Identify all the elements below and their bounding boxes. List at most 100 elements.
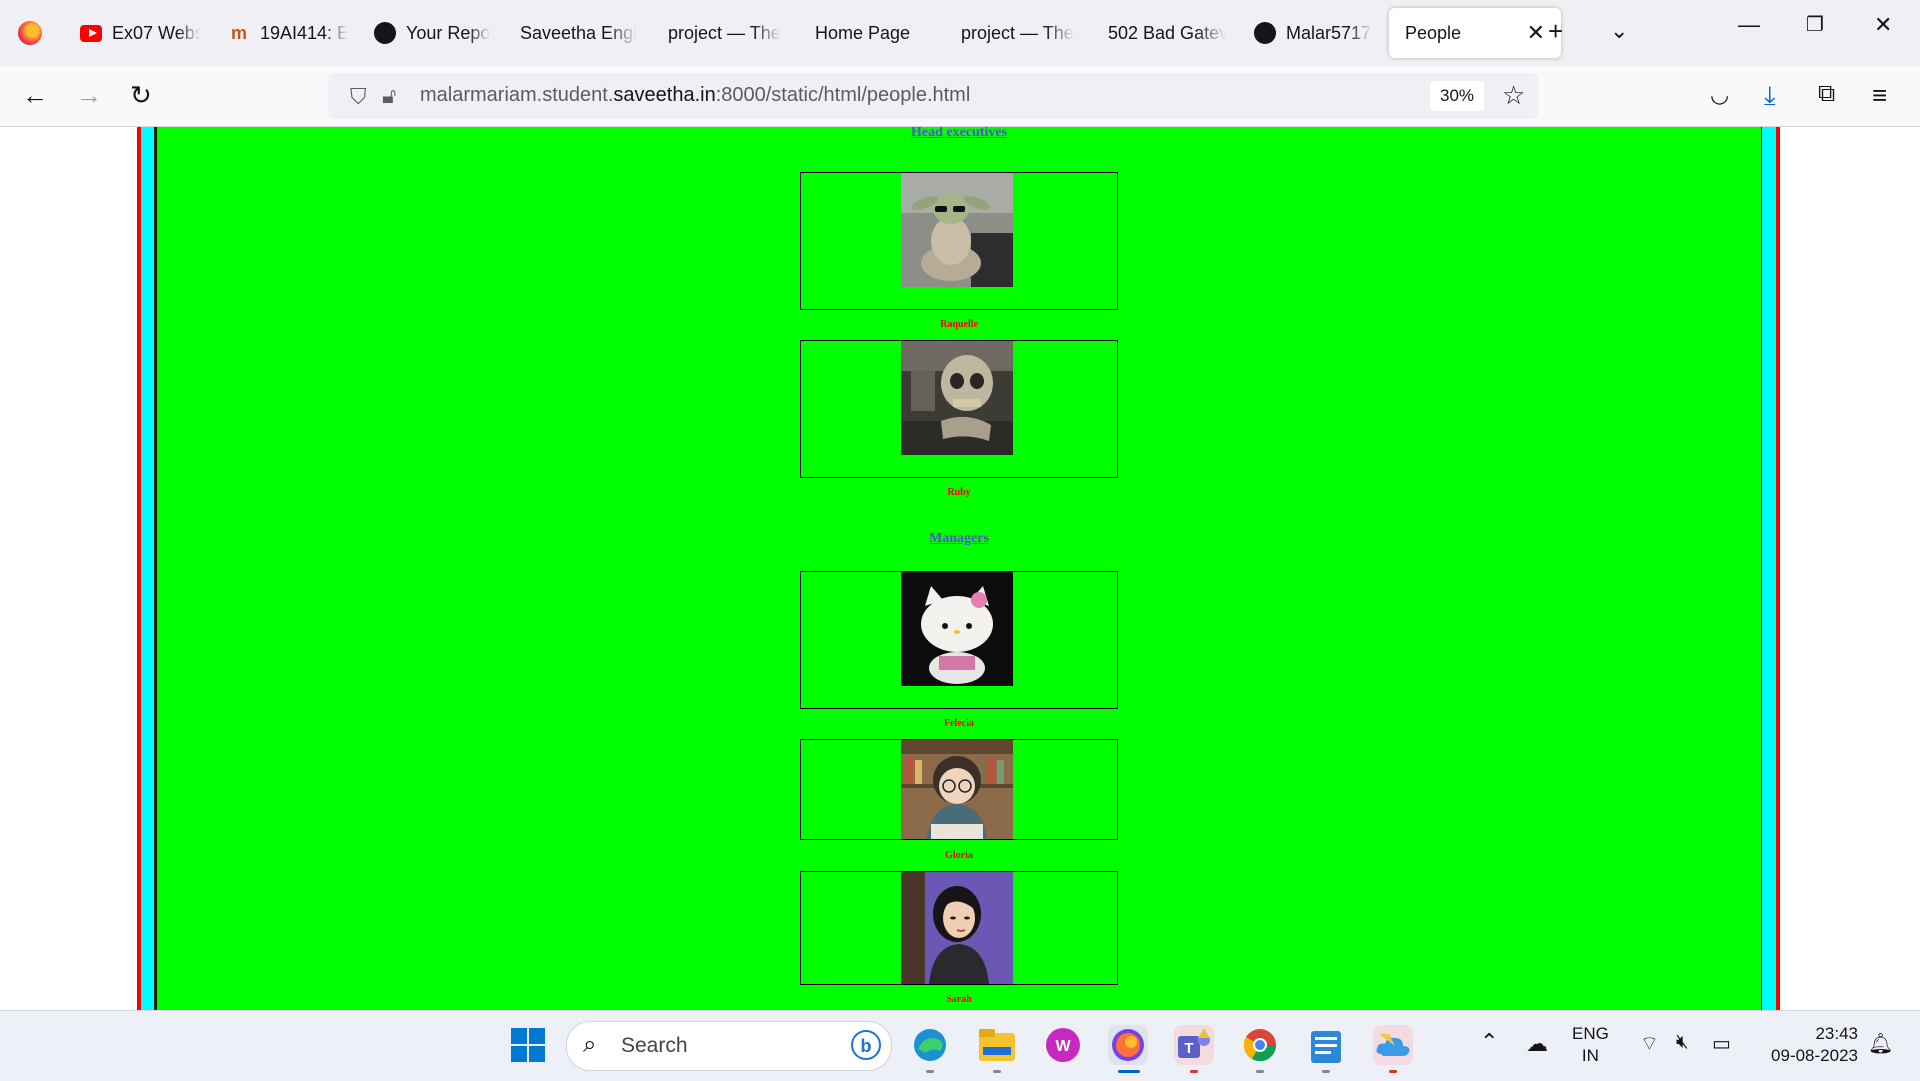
forward-icon[interactable]: → xyxy=(76,80,102,111)
taskbar-search[interactable]: ⌕ Search b xyxy=(566,1021,892,1071)
navigation-toolbar: ← → ↻ ⛉ 🔓︎ malarmariam.student.saveetha.… xyxy=(0,66,1920,127)
tab-malar[interactable]: Malar5717 xyxy=(1254,8,1374,58)
tracking-protection-icon[interactable]: ⛉ xyxy=(350,84,367,110)
app-menu-icon[interactable]: ≡ xyxy=(1872,80,1887,111)
github-icon xyxy=(374,22,396,44)
running-indicator xyxy=(926,1070,934,1073)
start-icon[interactable] xyxy=(508,1025,548,1065)
page-border-cyan xyxy=(1762,127,1776,1010)
pocket-icon[interactable]: ◡ xyxy=(1710,82,1729,108)
windows-taskbar: ⌕ Search b W T ⌃ ☁︎ ENG IN ⌔ 🔇︎ ▭ 23:43 … xyxy=(0,1010,1920,1081)
page-border-cyan xyxy=(141,127,154,1010)
tab-label: project — The xyxy=(668,22,781,43)
back-icon[interactable]: ← xyxy=(22,80,48,111)
wps-icon[interactable]: W xyxy=(1043,1025,1083,1065)
tab-ex07[interactable]: Ex07 Webs xyxy=(80,8,200,58)
person-card xyxy=(800,172,1118,310)
clock-date: 09-08-2023 xyxy=(1771,1046,1858,1065)
tab-label: Home Page xyxy=(815,22,911,43)
clock-time: 23:43 xyxy=(1815,1024,1858,1043)
bing-icon[interactable]: b xyxy=(851,1030,881,1060)
file-explorer-icon[interactable] xyxy=(977,1025,1017,1073)
chrome-icon[interactable] xyxy=(1240,1025,1280,1073)
page-viewport[interactable]: Head executives Raquelle Ruby Managers F… xyxy=(0,127,1920,1010)
person-name: Ruby xyxy=(947,487,971,498)
managers-link[interactable]: Managers xyxy=(157,531,1761,547)
tab-home-page[interactable]: Home Page xyxy=(815,8,933,58)
insecure-lock-icon[interactable]: 🔓︎ xyxy=(382,83,396,109)
tab-502[interactable]: 502 Bad Gatev xyxy=(1108,8,1226,58)
tab-label: Your Repo xyxy=(406,22,491,43)
search-icon: ⌕ xyxy=(583,1031,597,1058)
tab-saveetha[interactable]: Saveetha Engi xyxy=(520,8,638,58)
address-bar[interactable]: ⛉ 🔓︎ malarmariam.student.saveetha.in:800… xyxy=(328,73,1538,119)
person-card xyxy=(800,340,1118,478)
youtube-icon xyxy=(80,22,102,44)
tab-label: 502 Bad Gatev xyxy=(1108,22,1226,43)
cartoon-girl-purple-background xyxy=(901,872,1013,984)
reload-icon[interactable]: ↻ xyxy=(130,80,152,111)
teams-icon[interactable]: T xyxy=(1174,1025,1214,1073)
onedrive-icon[interactable] xyxy=(1373,1025,1413,1073)
wifi-icon[interactable]: ⌔ xyxy=(1640,1031,1659,1056)
tab-label: Saveetha Engi xyxy=(520,22,638,43)
close-window-icon[interactable]: ✕ xyxy=(1874,12,1892,38)
running-indicator xyxy=(1256,1070,1264,1073)
person-name: Sarah xyxy=(946,994,972,1005)
tab-project-2[interactable]: project — The xyxy=(961,8,1079,58)
github-icon xyxy=(1254,22,1276,44)
restore-icon[interactable]: ❐ xyxy=(1806,12,1824,37)
tab-label: 19AI414: E xyxy=(260,22,348,43)
show-hidden-icons[interactable]: ⌃ xyxy=(1480,1029,1498,1055)
tab-19ai414[interactable]: m 19AI414: E xyxy=(228,8,348,58)
person-card xyxy=(800,871,1118,985)
firefox-menu-icon[interactable] xyxy=(18,21,42,45)
search-placeholder: Search xyxy=(621,1034,688,1057)
tab-label: Malar5717 xyxy=(1286,22,1372,43)
person-name: Gloria xyxy=(945,850,973,861)
person-name: Raquelle xyxy=(940,319,978,330)
bookmark-star-icon[interactable]: ☆ xyxy=(1502,80,1525,111)
speaker-muted-icon[interactable]: 🔇︎ xyxy=(1676,1031,1689,1054)
extensions-icon[interactable]: ⧉ xyxy=(1818,80,1835,108)
cartoon-girl-glasses-library xyxy=(901,740,1013,839)
new-tab-icon[interactable]: + xyxy=(1548,16,1563,47)
region-label: IN xyxy=(1581,1046,1599,1065)
running-indicator xyxy=(1322,1070,1330,1073)
person-card xyxy=(800,739,1118,840)
clock[interactable]: 23:43 09-08-2023 xyxy=(1758,1023,1858,1067)
zoom-level[interactable]: 30% xyxy=(1430,81,1485,111)
list-tabs-icon[interactable]: ⌄ xyxy=(1610,18,1628,44)
people-content: Head executives Raquelle Ruby Managers F… xyxy=(157,127,1761,1010)
person-card xyxy=(800,571,1118,709)
downloads-icon[interactable]: ⤓ xyxy=(1764,80,1776,112)
language-label: ENG xyxy=(1572,1024,1609,1043)
tab-strip: Ex07 Webs m 19AI414: E Your Repo Saveeth… xyxy=(0,0,1920,66)
edge-icon[interactable] xyxy=(910,1025,950,1073)
battery-icon[interactable]: ▭ xyxy=(1712,1031,1731,1056)
input-language[interactable]: ENG IN xyxy=(1572,1023,1609,1067)
tab-label: project — The xyxy=(961,22,1074,43)
running-indicator xyxy=(993,1070,1001,1073)
close-tab-icon[interactable]: ✕ xyxy=(1527,20,1545,46)
svg-text:W: W xyxy=(1055,1038,1071,1055)
running-indicator xyxy=(1118,1070,1140,1073)
page-border-red xyxy=(1776,127,1780,1010)
head-executives-link[interactable]: Head executives xyxy=(157,127,1761,141)
hello-kitty-plush-photo xyxy=(901,572,1013,686)
minimize-icon[interactable]: — xyxy=(1738,12,1760,38)
tab-people[interactable]: People ✕ xyxy=(1389,8,1561,58)
person-name: Felecia xyxy=(944,718,974,729)
moodle-icon: m xyxy=(230,22,247,43)
tab-project-1[interactable]: project — The xyxy=(668,8,786,58)
onedrive-offline-icon[interactable]: ☁︎ xyxy=(1526,1031,1548,1057)
baby-yoda-figure-photo xyxy=(901,173,1013,287)
notification-icon[interactable]: 🔔︎ xyxy=(1868,1031,1893,1056)
tab-label: People xyxy=(1405,22,1462,43)
tab-your-repo[interactable]: Your Repo xyxy=(374,8,494,58)
skeleton-figure-photo xyxy=(901,341,1013,455)
notepad-icon[interactable] xyxy=(1306,1025,1346,1073)
url-text[interactable]: malarmariam.student.saveetha.in:8000/sta… xyxy=(420,84,970,107)
firefox-icon[interactable] xyxy=(1108,1025,1148,1073)
svg-text:T: T xyxy=(1184,1040,1193,1057)
